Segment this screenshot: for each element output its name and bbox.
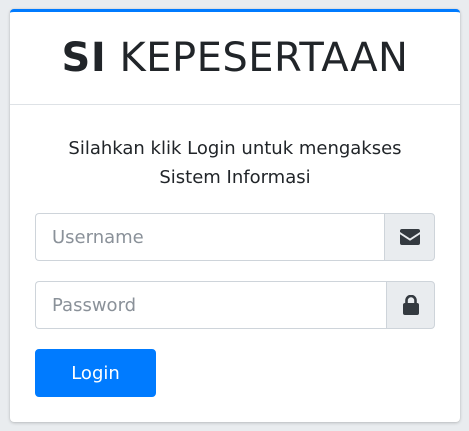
password-input[interactable]: [35, 281, 386, 329]
login-message-line2: Sistem Informasi: [159, 167, 311, 188]
app-title-bold: SI: [61, 35, 107, 81]
login-card: SI KEPESERTAAN Silahkan klik Login untuk…: [10, 9, 460, 422]
username-input[interactable]: [35, 213, 384, 261]
app-title-light: KEPESERTAAN: [119, 35, 409, 81]
password-group: [35, 281, 435, 329]
card-header: SI KEPESERTAAN: [10, 12, 460, 105]
login-button[interactable]: Login: [35, 349, 156, 397]
password-addon: [386, 281, 435, 329]
login-message-line1: Silahkan klik Login untuk mengakses: [68, 138, 402, 159]
envelope-icon: [399, 229, 420, 245]
username-addon: [384, 213, 435, 261]
username-group: [35, 213, 435, 261]
card-body: Silahkan klik Login untuk mengakses Sist…: [10, 134, 460, 397]
app-title: SI KEPESERTAAN: [62, 35, 409, 81]
lock-icon: [402, 295, 419, 315]
login-message: Silahkan klik Login untuk mengakses Sist…: [35, 134, 435, 192]
